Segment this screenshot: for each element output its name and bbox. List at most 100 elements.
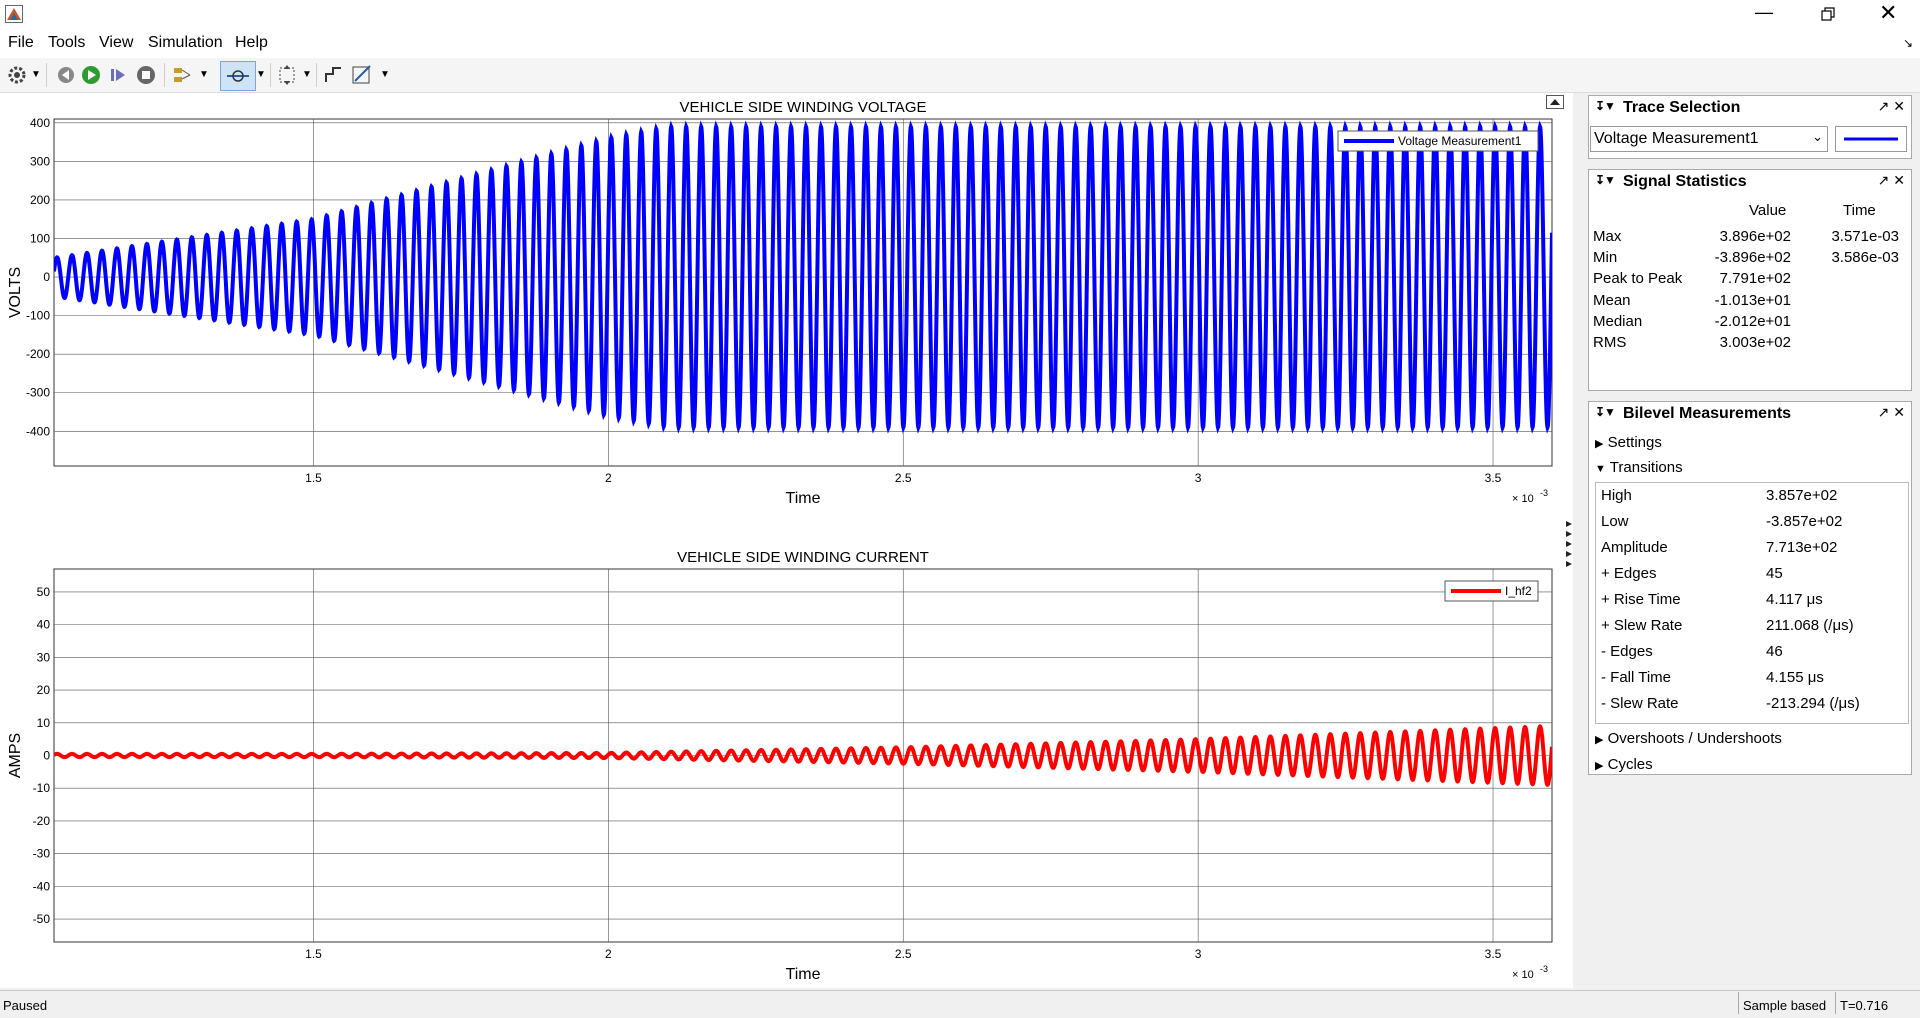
menu-view[interactable]: View [99,34,133,52]
run-icon[interactable] [80,64,102,86]
sim-time: T=0.716 [1840,998,1889,1013]
y-axis-label: VOLTS [7,267,24,318]
y-tick-label: 50 [37,585,51,599]
column-time-header: Time [1843,202,1876,219]
y-tick-label: -200 [26,347,50,361]
y-tick-label: -20 [33,814,51,828]
menu-file[interactable]: File [8,34,34,52]
chevron-down-icon[interactable]: ▼ [199,69,209,91]
y-tick-label: 40 [37,618,51,632]
stat-label: Peak to Peak [1593,270,1683,288]
transition-value: 3.857e+02 [1766,487,1838,504]
menu-bar: File Tools View Simulation Help ↘ [0,28,1920,58]
transition-value: -213.294 (/μs) [1766,695,1860,712]
plot-0: 1.5 2 2.5 3 3.5 400 300 200 100 0 -100 -200 -300 -400… [7,99,1553,507]
caret-down-icon: ▼ [1595,463,1606,475]
transition-label: Low [1601,513,1629,530]
x-tick-label: 2 [605,471,612,485]
collapse-pin-icon[interactable]: ↧▼ [1595,405,1616,419]
overshoots-section[interactable]: ▶ Overshoots / Undershoots [1595,730,1782,747]
x-axis-label: Time [786,966,821,983]
bilevel-measurements-panel: ↧▼ Bilevel Measurements ↗ ✕ ▶ Settings ▼… [1588,401,1912,775]
y-tick-label: 100 [30,232,50,246]
toolbar: ▼ ▼ ▼ ▼ ▼ [0,58,1920,93]
undock-plot-button[interactable] [1546,95,1564,109]
stat-value: 7.791e+02 [1719,270,1791,288]
transition-label: Amplitude [1601,539,1668,556]
stat-label: Min [1593,249,1618,267]
title-bar: — ✕ [0,0,1920,28]
panel-controls[interactable]: ↗ ✕ [1878,172,1905,189]
step-forward-icon[interactable] [107,64,129,86]
menu-help[interactable]: Help [235,34,268,52]
transition-value: -3.857e+02 [1766,513,1843,530]
transition-value: 46 [1766,643,1783,660]
trace-select[interactable]: Voltage Measurement1 ⌄ [1590,126,1828,152]
transition-value: 211.068 (/μs) [1766,617,1854,634]
minimize-button[interactable]: — [1755,2,1773,23]
stat-value: 3.003e+02 [1719,334,1791,351]
caret-right-icon: ▶ [1595,734,1604,746]
bilevel-title: Bilevel Measurements [1623,405,1792,422]
trace-selection-panel: ↧▼ Trace Selection ↗ ✕ Voltage Measureme… [1588,95,1912,159]
stat-label: Max [1593,228,1622,245]
y-tick-label: -400 [26,424,50,438]
scale-axes-icon[interactable] [276,64,298,86]
menu-simulation[interactable]: Simulation [148,34,223,52]
collapse-pin-icon[interactable]: ↧▼ [1595,173,1616,187]
collapse-pin-icon[interactable]: ↧▼ [1595,99,1616,113]
transition-label: + Rise Time [1601,591,1681,608]
legend-label[interactable]: Voltage Measurement1 [1398,134,1522,148]
x-tick-label: 2.5 [895,947,912,961]
x-exponent-label: × 10 [1512,969,1534,981]
chevron-down-icon: ⌄ [1812,129,1823,144]
signal-highlight-icon[interactable] [172,64,194,86]
collapse-arrows-icon [1566,521,1572,567]
chevron-down-icon[interactable]: ▼ [31,69,41,91]
x-exponent-label: × 10 [1512,493,1534,505]
zoom-x-icon [227,70,249,82]
undock-icon[interactable]: ↘ [1903,36,1913,50]
stat-value: -3.896e+02 [1714,249,1791,267]
cycles-section[interactable]: ▶ Cycles [1595,756,1653,773]
transition-label: - Fall Time [1601,669,1672,686]
plot-1: 1.5 2 2.5 3 3.5 50 40 30 20 10 0 -10 -20 -30 -40 -50 VEH… [7,549,1553,983]
y-tick-label: 0 [43,749,50,763]
panel-controls[interactable]: ↗ ✕ [1878,404,1905,421]
chevron-down-icon[interactable]: ▼ [256,69,266,91]
transition-label: + Edges [1601,565,1657,582]
y-tick-label: 10 [37,716,51,730]
zoom-x-toggle[interactable] [220,61,256,91]
chevron-down-icon[interactable]: ▼ [302,69,312,91]
status-text: Paused [3,998,48,1013]
caret-right-icon: ▶ [1595,760,1604,772]
triggers-icon[interactable] [323,64,345,86]
column-value-header: Value [1749,202,1787,219]
settings-section[interactable]: ▶ Settings [1595,434,1662,451]
trace-line-style[interactable] [1835,126,1907,152]
x-tick-label: 2.5 [895,471,912,485]
step-back-icon[interactable] [55,64,77,86]
close-button[interactable]: ✕ [1879,0,1897,26]
y-tick-label: 0 [43,270,50,284]
trace-selection-title: Trace Selection [1623,99,1741,116]
transition-value: 45 [1766,565,1783,582]
scope-plot-area: 1.5 2 2.5 3 3.5 400 300 200 100 0 -100 -200 -300 -400… [0,93,1573,988]
y-tick-label: -40 [33,879,51,893]
chevron-down-icon[interactable]: ▼ [380,69,390,91]
stat-value: -1.013e+01 [1714,291,1791,309]
panel-controls[interactable]: ↗ ✕ [1878,98,1905,115]
y-tick-label: 200 [30,193,50,207]
y-tick-label: -300 [26,386,50,400]
transition-label: + Slew Rate [1601,617,1683,634]
y-tick-label: 20 [37,683,51,697]
y-tick-label: 300 [30,154,50,168]
stop-icon[interactable] [135,64,157,86]
menu-tools[interactable]: Tools [48,34,85,52]
legend-label[interactable]: I_hf2 [1505,584,1532,598]
measurements-icon[interactable] [350,64,374,86]
settings-gear-icon[interactable] [6,64,28,86]
transitions-section[interactable]: ▼ Transitions [1595,459,1683,476]
restore-button[interactable] [1820,6,1836,22]
panel-expander[interactable] [1565,518,1573,568]
